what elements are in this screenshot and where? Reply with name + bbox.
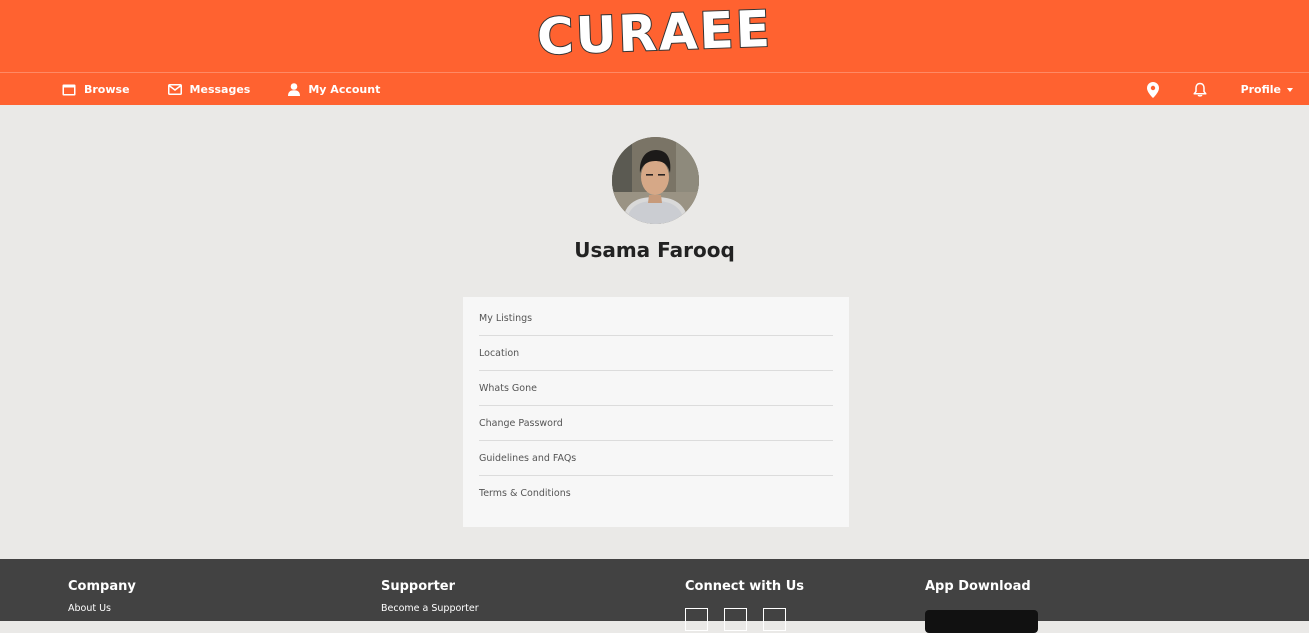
account-menu: My Listings Location Whats Gone Change P… — [463, 297, 849, 527]
nav-left-group: Browse Messages My Account — [62, 73, 418, 106]
footer-link-become-supporter[interactable]: Become a Supporter — [381, 603, 479, 614]
user-icon — [288, 83, 301, 96]
menu-item-whats-gone[interactable]: Whats Gone — [479, 371, 833, 406]
nav-my-account-label: My Account — [308, 83, 381, 96]
bell-icon — [1193, 82, 1207, 97]
profile-dropdown[interactable]: Profile — [1241, 83, 1293, 96]
social-link-1[interactable] — [685, 608, 708, 631]
menu-item-my-listings[interactable]: My Listings — [479, 301, 833, 336]
nav-right-group: Profile — [1146, 73, 1293, 106]
envelope-icon — [167, 84, 182, 95]
footer-company: Company About Us — [68, 579, 136, 614]
logo-text: CURAEE — [535, 0, 774, 67]
app-store-badge[interactable] — [925, 610, 1038, 633]
menu-item-change-password[interactable]: Change Password — [479, 406, 833, 441]
location-button[interactable] — [1146, 81, 1159, 98]
menu-item-location[interactable]: Location — [479, 336, 833, 371]
map-pin-icon — [1146, 81, 1159, 98]
avatar-photo — [612, 137, 699, 224]
avatar — [612, 137, 699, 224]
footer-company-heading: Company — [68, 579, 136, 594]
social-link-2[interactable] — [724, 608, 747, 631]
footer-supporter: Supporter Become a Supporter — [381, 579, 479, 614]
footer-link-about-us[interactable]: About Us — [68, 603, 136, 614]
nav-messages[interactable]: Messages — [167, 83, 251, 96]
social-link-3[interactable] — [763, 608, 786, 631]
footer-connect: Connect with Us — [685, 579, 804, 631]
nav-browse[interactable]: Browse — [62, 83, 130, 96]
menu-item-terms-conditions[interactable]: Terms & Conditions — [479, 476, 833, 511]
footer-supporter-heading: Supporter — [381, 579, 456, 594]
site-logo[interactable]: CURAEE — [0, 0, 1309, 72]
notifications-button[interactable] — [1193, 82, 1207, 97]
top-navbar: Browse Messages My Account Profile — [0, 72, 1309, 105]
social-links — [685, 608, 804, 631]
footer: Company About Us Supporter Become a Supp… — [0, 559, 1309, 633]
footer-connect-heading: Connect with Us — [685, 579, 804, 594]
nav-browse-label: Browse — [84, 83, 130, 96]
caret-down-icon — [1287, 87, 1293, 92]
footer-app: App Download — [925, 579, 1038, 633]
profile-dropdown-label: Profile — [1240, 83, 1281, 96]
menu-item-guidelines-faqs[interactable]: Guidelines and FAQs — [479, 441, 833, 476]
browse-icon — [62, 84, 76, 95]
user-name: Usama Farooq — [574, 238, 735, 262]
footer-app-heading: App Download — [925, 579, 1031, 594]
nav-messages-label: Messages — [189, 83, 251, 96]
nav-my-account[interactable]: My Account — [288, 83, 380, 96]
